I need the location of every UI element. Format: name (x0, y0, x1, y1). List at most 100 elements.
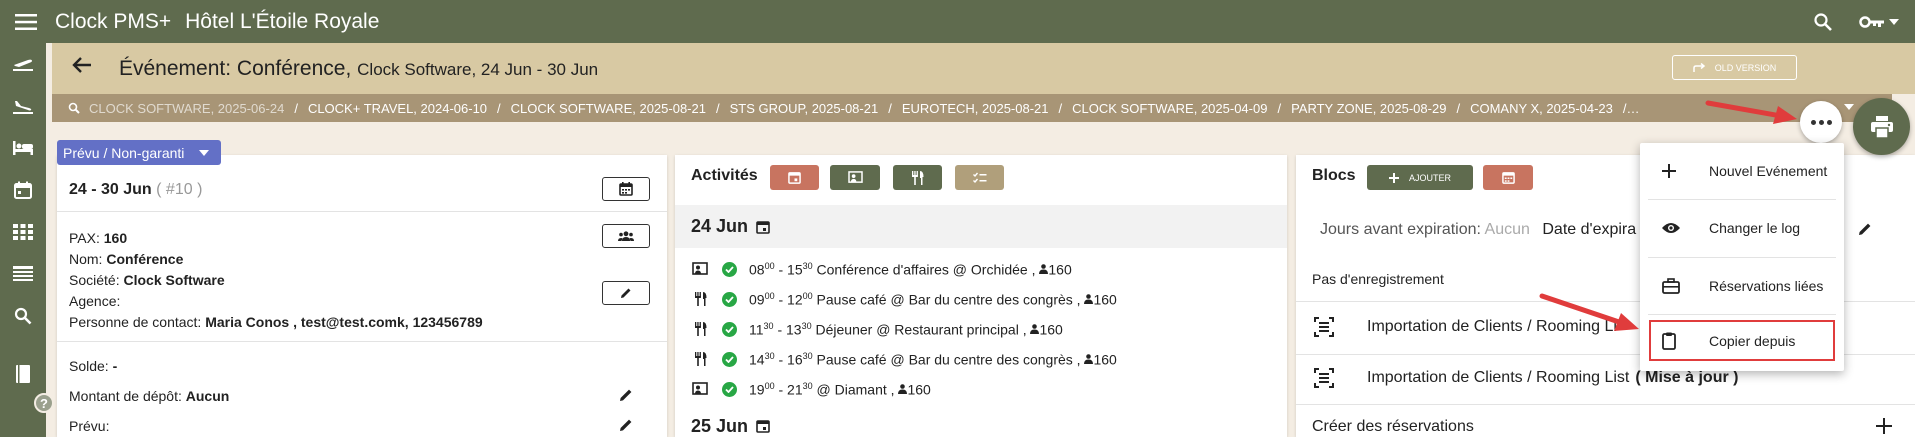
plane-arrival-icon[interactable] (0, 85, 46, 127)
breadcrumb-item[interactable]: PARTY ZONE, 2025-08-29 (1291, 101, 1446, 116)
hotel-name[interactable]: Hôtel L'Étoile Royale (185, 10, 379, 34)
key-icon[interactable] (1843, 0, 1915, 43)
contact-line: Personne de contact: Maria Conos , test@… (69, 314, 483, 330)
activity-row[interactable]: 1130 - 1330 Déjeuner @ Restaurant princi… (691, 319, 1063, 339)
breadcrumb-item[interactable]: COMANY X, 2025-04-23 (1470, 101, 1613, 116)
start-hour: 08 (749, 261, 765, 278)
activity-row[interactable]: 0900 - 1200 Pause café @ Bar du centre d… (691, 289, 1117, 309)
utensils-icon (691, 352, 709, 366)
utensils-icon (912, 170, 924, 185)
grid-icon[interactable] (0, 211, 46, 253)
pax-label: PAX: (69, 230, 100, 246)
calendar-icon[interactable] (756, 220, 770, 234)
block-calendar-button[interactable] (1483, 165, 1533, 190)
deposit-label: Montant de dépôt: (69, 388, 182, 404)
pencil-icon[interactable] (1858, 222, 1872, 241)
activity-row[interactable]: 0800 - 1530 Conférence d'affaires @ Orch… (691, 259, 1072, 279)
activity-row[interactable]: 1430 - 1630 Pause café @ Bar du centre d… (691, 349, 1117, 369)
check-circle-icon (722, 261, 737, 277)
menu-item-change-log[interactable]: Changer le log (1640, 200, 1844, 256)
import-rooming-update-label: Importation de Clients / Rooming List (1367, 369, 1630, 386)
breadcrumb-item[interactable]: EUROTECH, 2025-08-21 (902, 101, 1049, 116)
calendar-icon[interactable] (756, 419, 770, 433)
scan-icon (1314, 317, 1334, 337)
checklist-icon (972, 172, 986, 183)
dot (1826, 119, 1832, 125)
name-value: Conférence (106, 251, 184, 267)
plus-icon[interactable] (1876, 418, 1892, 437)
calendar-button[interactable] (602, 177, 650, 201)
search-icon[interactable] (68, 102, 80, 114)
table-icon[interactable] (0, 253, 46, 295)
breadcrumb-item[interactable]: CLOCK SOFTWARE, 2025-06-24 (89, 101, 284, 116)
status-dropdown[interactable]: Prévu / Non-garanti (57, 140, 221, 165)
menu-item-linked-reservations[interactable]: Réservations liées (1640, 258, 1844, 314)
end-minute: 00 (802, 290, 813, 301)
breadcrumb-item[interactable]: CLOCK SOFTWARE, 2025-08-21 (511, 101, 706, 116)
expiry-label: Jours avant expiration: (1320, 221, 1481, 238)
chevron-down-icon[interactable] (1844, 104, 1854, 110)
more-options-menu: Nouvel Evénement Changer le log Réservat… (1640, 143, 1844, 371)
day-header: 24 Jun (675, 205, 1287, 248)
old-version-button[interactable]: OLD VERSION (1672, 55, 1797, 80)
planned-label: Prévu: (69, 418, 110, 434)
more-options-button[interactable] (1800, 101, 1842, 143)
activity-pax: 160 (1093, 351, 1117, 368)
edit-details-button[interactable] (602, 281, 650, 305)
calendar-icon[interactable] (0, 169, 46, 211)
breadcrumb-trail: /… (1622, 100, 1640, 116)
end-hour: 13 (786, 321, 802, 338)
add-meeting-button[interactable] (830, 165, 880, 190)
add-block-button[interactable]: AJOUTER (1367, 165, 1473, 190)
event-title: Événement: Conférence, (119, 57, 352, 80)
checklist-button[interactable] (955, 165, 1004, 190)
end-hour: 15 (787, 261, 803, 278)
end-minute: 30 (802, 350, 813, 361)
activity-description: Pause café @ Bar du centre des congrès , (816, 291, 1081, 308)
search-icon[interactable] (0, 295, 46, 337)
pencil-icon[interactable] (619, 388, 633, 407)
menu-icon[interactable] (0, 0, 52, 43)
help-icon[interactable]: ? (34, 393, 54, 413)
chevron-down-icon (199, 150, 209, 156)
guests-button[interactable] (602, 224, 650, 248)
add-meal-button[interactable] (893, 165, 942, 190)
create-reservations-row[interactable]: Créer des réservations (1296, 418, 1915, 436)
update-suffix: ( Mise à jour ) (1635, 369, 1739, 386)
start-minute: 30 (763, 320, 774, 331)
breadcrumb-separator: / (1277, 100, 1282, 116)
activity-row[interactable]: 1900 - 2130 @ Diamant , 160 (691, 379, 931, 399)
activity-text: 1130 - 1330 Déjeuner @ Restaurant princi… (749, 320, 1063, 338)
event-details-card: 24 - 30 Jun ( #10 ) PAX: 160 Nom: Confér… (57, 155, 667, 437)
status-label: Prévu / Non-garanti (63, 144, 185, 161)
menu-item-new-event[interactable]: Nouvel Evénement (1640, 143, 1844, 199)
highlight-box (1649, 320, 1835, 361)
bed-icon[interactable] (0, 127, 46, 169)
back-arrow-icon[interactable] (72, 56, 92, 79)
print-button[interactable] (1853, 98, 1910, 155)
breadcrumb-item[interactable]: CLOCK SOFTWARE, 2025-04-09 (1072, 101, 1267, 116)
search-icon[interactable] (1803, 0, 1843, 43)
deposit-value: Aucun (185, 388, 230, 404)
divider (1296, 404, 1915, 405)
activity-text: 1900 - 2130 @ Diamant , 160 (749, 380, 931, 398)
activity-calendar-button[interactable] (770, 165, 819, 190)
end-minute: 30 (802, 260, 813, 271)
expiry-date-label: Date d'expira (1542, 221, 1637, 238)
breadcrumb-item[interactable]: CLOCK+ TRAVEL, 2024-06-10 (308, 101, 487, 116)
book-icon[interactable] (0, 353, 46, 395)
plane-departure-icon[interactable] (0, 43, 46, 85)
plus-icon (1662, 164, 1692, 178)
check-circle-icon (722, 321, 737, 337)
company-value: Clock Software (123, 272, 225, 288)
app-bar: Clock PMS+ Hôtel L'Étoile Royale (0, 0, 1915, 43)
contact-value: Maria Conos , test@test.comk, 123456789 (205, 314, 483, 330)
page-title: Événement: Conférence, Clock Software, 2… (119, 57, 598, 81)
event-number: ( #10 ) (156, 181, 203, 198)
navigation-rail: ? (0, 43, 54, 437)
pax-line: PAX: 160 (69, 230, 127, 246)
end-hour: 12 (787, 291, 803, 308)
breadcrumb-item[interactable]: STS GROUP, 2025-08-21 (730, 101, 879, 116)
pencil-icon[interactable] (619, 418, 633, 437)
old-version-label: OLD VERSION (1714, 62, 1777, 73)
